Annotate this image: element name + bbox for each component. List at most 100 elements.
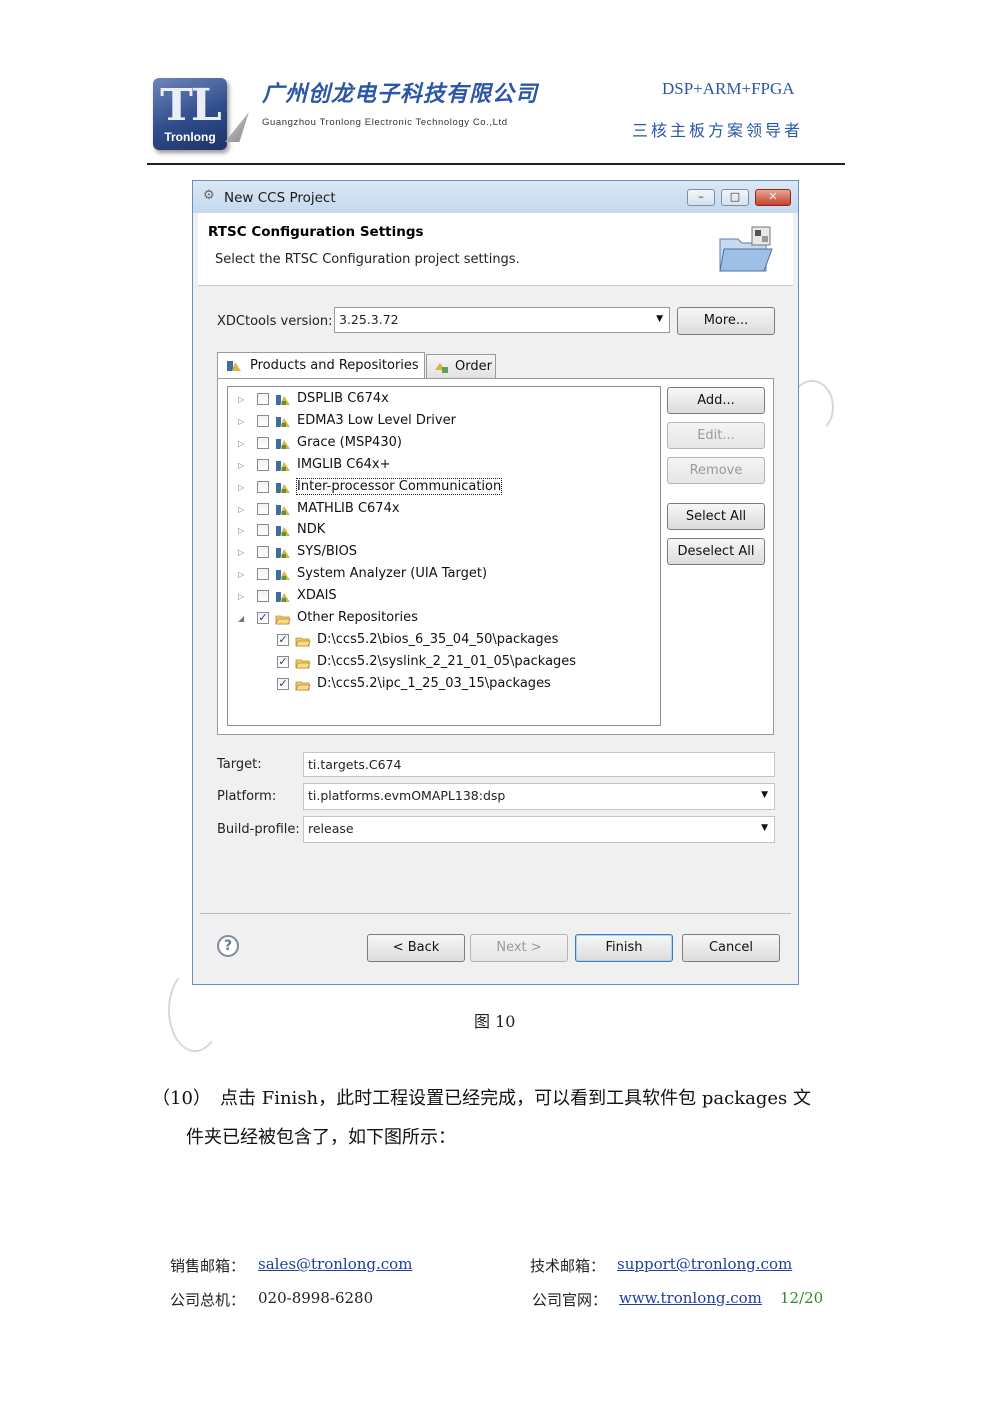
banner-subtitle: Select the RTSC Configuration project se… <box>215 252 520 267</box>
platform-label: Platform: <box>217 789 277 804</box>
tab-label: Products and Repositories <box>250 358 419 373</box>
build-profile-value: release <box>308 821 354 836</box>
tree-item-checkbox[interactable]: ✓ <box>277 655 289 668</box>
tree-item-label: IMGLIB C64x+ <box>297 456 391 472</box>
repository-path-item[interactable]: ✓ D:\ccs5.2\ipc_1_25_03_15\packages <box>228 674 658 696</box>
package-icon <box>276 395 290 405</box>
figure-caption: 图 10 <box>474 1012 516 1031</box>
more-button[interactable]: More... <box>677 307 775 335</box>
close-button[interactable]: ✕ <box>755 189 791 206</box>
expanded-arrow-icon[interactable]: ◢ <box>238 614 244 623</box>
page-number: 12/20 <box>780 1289 824 1307</box>
dropdown-arrow-icon: ▼ <box>656 314 663 324</box>
step-text-line-1: 点击 Finish，此时工程设置已经完成，可以看到工具软件包 packages … <box>220 1088 811 1109</box>
header-tagline-1: DSP+ARM+FPGA <box>662 79 795 98</box>
products-icon <box>227 361 241 371</box>
repository-folder-icon <box>275 615 291 625</box>
collapsed-arrow-icon[interactable]: ▷ <box>238 483 244 492</box>
platform-select[interactable]: ti.platforms.evmOMAPL138:dsp ▼ <box>303 783 775 810</box>
tree-item-checkbox[interactable] <box>257 480 269 493</box>
xdctools-version-value: 3.25.3.72 <box>339 312 399 327</box>
tree-item-checkbox[interactable] <box>257 502 269 515</box>
tree-item[interactable]: ▷ EDMA3 Low Level Driver <box>228 411 658 433</box>
next-button[interactable]: Next > <box>470 934 568 962</box>
tree-item-checkbox[interactable]: ✓ <box>277 633 289 646</box>
edit-button[interactable]: Edit... <box>667 422 765 449</box>
minimize-button[interactable]: – <box>687 189 715 206</box>
tree-item-checkbox[interactable] <box>257 393 269 405</box>
collapsed-arrow-icon[interactable]: ▷ <box>238 526 244 535</box>
collapsed-arrow-icon[interactable]: ▷ <box>238 592 244 601</box>
tree-item-label: D:\ccs5.2\syslink_2_21_01_05\packages <box>317 653 577 669</box>
tree-item[interactable]: ◢ ✓ Other Repositories <box>228 608 658 630</box>
tree-item[interactable]: ▷ IMGLIB C64x+ <box>228 455 658 477</box>
order-icon <box>435 363 448 373</box>
tree-item-checkbox[interactable]: ✓ <box>277 677 289 690</box>
tab-products-and-repositories[interactable]: Products and Repositories <box>217 352 425 379</box>
repository-path-item[interactable]: ✓ D:\ccs5.2\bios_6_35_04_50\packages <box>228 630 658 652</box>
collapsed-arrow-icon[interactable]: ▷ <box>238 548 244 557</box>
support-email-label: 技术邮箱： <box>530 1257 606 1275</box>
package-icon <box>276 416 290 427</box>
dialog-titlebar[interactable]: ⚙ New CCS Project – □ ✕ <box>193 181 798 213</box>
tree-item-checkbox[interactable] <box>257 436 269 449</box>
tree-item-label: DSPLIB C674x <box>297 391 389 406</box>
wizard-folder-icon <box>719 226 773 272</box>
website-label: 公司官网： <box>532 1291 608 1309</box>
collapsed-arrow-icon[interactable]: ▷ <box>238 395 244 404</box>
build-profile-label: Build-profile: <box>217 822 300 837</box>
website-link[interactable]: www.tronlong.com <box>619 1289 762 1307</box>
tree-item-checkbox[interactable]: ✓ <box>257 612 269 624</box>
dropdown-arrow-icon: ▼ <box>761 790 768 800</box>
back-button[interactable]: < Back <box>367 934 465 962</box>
deselect-all-button[interactable]: Deselect All <box>667 538 765 565</box>
tree-item-checkbox[interactable] <box>257 546 269 559</box>
tree-item[interactable]: ▷ XDAIS <box>228 586 658 608</box>
repository-path-item[interactable]: ✓ D:\ccs5.2\syslink_2_21_01_05\packages <box>228 652 658 674</box>
tree-item[interactable]: ▷ DSPLIB C674x <box>228 389 658 411</box>
tree-item[interactable]: ▷ System Analyzer (UIA Target) <box>228 564 658 586</box>
products-tree[interactable]: ▷ DSPLIB C674x ▷ EDMA3 Low Level Driver ▷ Gra… <box>227 386 661 726</box>
tree-item-checkbox[interactable] <box>257 590 269 603</box>
sales-email-link[interactable]: sales@tronlong.com <box>258 1255 412 1273</box>
tree-item[interactable]: ▷ SYS/BIOS <box>228 542 658 564</box>
collapsed-arrow-icon[interactable]: ▷ <box>238 417 244 426</box>
add-button[interactable]: Add... <box>667 387 765 414</box>
phone-number: 020-8998-6280 <box>258 1289 374 1307</box>
tree-item-label: EDMA3 Low Level Driver <box>297 412 456 428</box>
collapsed-arrow-icon[interactable]: ▷ <box>238 439 244 448</box>
new-ccs-project-dialog: ⚙ New CCS Project – □ ✕ RTSC Configurati… <box>192 180 799 985</box>
tree-item[interactable]: ▷ Inter-processor Communication <box>228 477 658 499</box>
phone-label: 公司总机： <box>170 1291 246 1309</box>
cancel-button[interactable]: Cancel <box>682 934 780 962</box>
logo-swoosh <box>225 112 249 142</box>
remove-button[interactable]: Remove <box>667 457 765 484</box>
tree-item[interactable]: ▷ Grace (MSP430) <box>228 433 658 455</box>
tree-item[interactable]: ▷ MATHLIB C674x <box>228 499 658 521</box>
step-text-line-2: 件夹已经被包含了，如下图所示： <box>186 1127 456 1148</box>
build-profile-select[interactable]: release ▼ <box>303 816 775 843</box>
step-number: （10） <box>152 1088 211 1109</box>
ccs-app-icon: ⚙ <box>203 188 215 203</box>
support-email-link[interactable]: support@tronlong.com <box>617 1255 792 1273</box>
package-icon <box>276 504 290 515</box>
tree-item[interactable]: ▷ NDK <box>228 520 658 542</box>
tree-item-checkbox[interactable] <box>257 458 269 471</box>
xdctools-version-select[interactable]: 3.25.3.72 ▼ <box>334 307 670 333</box>
tree-item-checkbox[interactable] <box>257 524 269 537</box>
open-folder-icon <box>295 637 311 647</box>
finish-button[interactable]: Finish <box>575 934 673 962</box>
logo-name: Tronlong <box>164 130 216 144</box>
company-name-en: Guangzhou Tronlong Electronic Technology… <box>262 117 508 128</box>
tab-order[interactable]: Order <box>426 354 496 378</box>
collapsed-arrow-icon[interactable]: ▷ <box>238 570 244 579</box>
help-icon[interactable]: ? <box>217 935 239 957</box>
collapsed-arrow-icon[interactable]: ▷ <box>238 505 244 514</box>
target-input[interactable]: ti.targets.C674 <box>303 752 775 777</box>
maximize-button[interactable]: □ <box>721 189 749 206</box>
tree-item-checkbox[interactable] <box>257 414 269 427</box>
select-all-button[interactable]: Select All <box>667 503 765 530</box>
tree-item-checkbox[interactable] <box>257 568 269 581</box>
dialog-title: New CCS Project <box>224 190 336 206</box>
collapsed-arrow-icon[interactable]: ▷ <box>238 461 244 470</box>
